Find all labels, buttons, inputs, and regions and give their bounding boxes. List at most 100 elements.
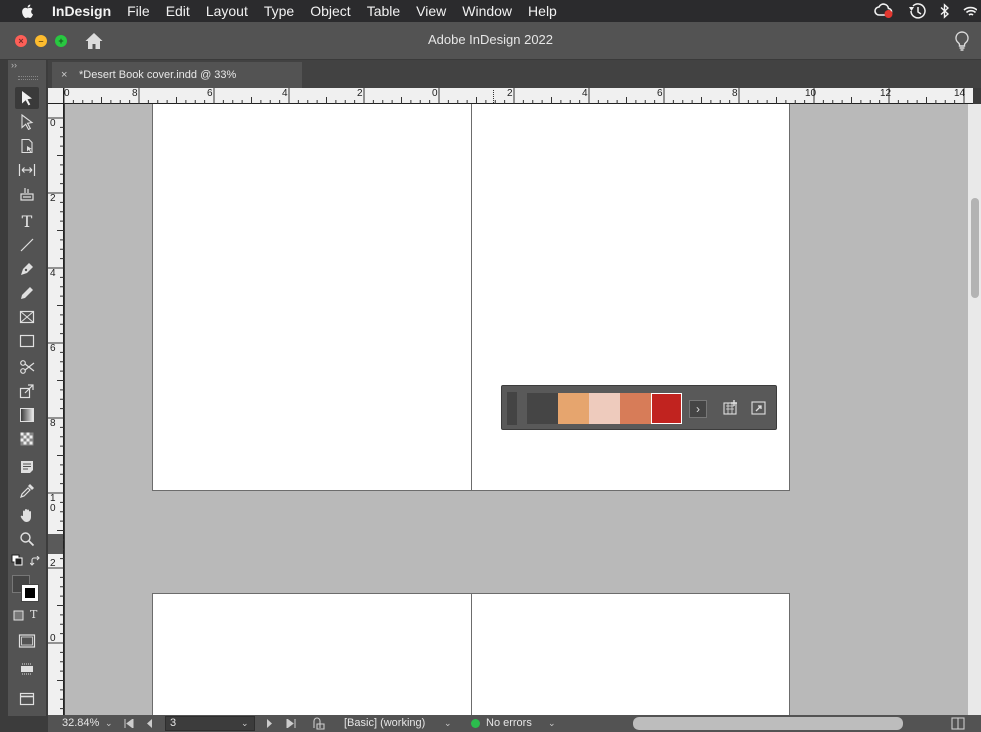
line-tool-icon [20,238,34,252]
swatch-0[interactable] [527,393,558,424]
last-page-icon[interactable] [286,719,296,728]
hruler-label: 14 [954,88,966,99]
vruler-label: 0 [50,503,56,514]
page-tool[interactable] [15,135,39,157]
close-tab-icon[interactable]: × [61,62,67,88]
hruler-label: 4 [282,88,288,99]
menu-window[interactable]: Window [454,0,520,22]
screen-mode-tool[interactable] [15,630,39,652]
pencil-tool[interactable] [15,282,39,304]
ruler-origin-corner[interactable] [48,88,64,104]
time-machine-icon[interactable] [907,2,927,20]
free-transform-icon [19,384,34,399]
swatch-next-button[interactable]: › [689,400,707,418]
collapse-panel-icon[interactable]: ›› [11,60,17,70]
preflight-status-icon [471,719,480,728]
swatch-panel-grip[interactable] [507,392,517,425]
apple-icon[interactable] [20,3,36,19]
page-dropdown-icon[interactable]: ⌄ [241,715,249,732]
preflight-profile[interactable]: [Basic] (working) [344,715,425,732]
menu-app-name[interactable]: InDesign [48,0,119,22]
hruler-label: 4 [582,88,588,99]
menu-table[interactable]: Table [359,0,408,22]
screen-mode-icon [18,634,36,648]
hand-tool[interactable] [15,504,39,526]
window-mode-icon [19,692,35,706]
window-mode-tool[interactable] [15,688,39,710]
document-tab[interactable]: × *Desert Book cover.indd @ 33% [52,62,302,88]
swatch-1[interactable] [558,393,589,424]
vertical-scroll-thumb[interactable] [971,198,979,298]
menu-object[interactable]: Object [302,0,358,22]
gap-tool[interactable] [15,159,39,181]
title-bar: × – + Adobe InDesign 2022 [0,22,981,60]
panel-grip[interactable] [18,76,38,80]
rectangle-frame-tool[interactable] [15,306,39,328]
horizontal-scrollbar[interactable] [633,717,903,730]
zoom-tool[interactable] [15,528,39,550]
gradient-swatch-tool[interactable] [15,404,39,426]
formatting-text-icon[interactable]: T [30,608,37,621]
gradient-feather-tool[interactable] [15,428,39,450]
split-window-icon[interactable] [951,717,965,730]
menu-layout[interactable]: Layout [198,0,256,22]
add-to-swatches-icon[interactable] [722,399,740,417]
scissors-icon [20,360,35,374]
vertical-scrollbar[interactable] [968,104,981,715]
preflight-menu-dropdown-icon[interactable]: ⌄ [548,715,556,732]
menu-type[interactable]: Type [256,0,302,22]
gradient-feather-icon [20,432,34,446]
eyedropper-tool[interactable] [15,480,39,502]
vertical-ruler[interactable]: 0 2 4 6 8 1 0 2 0 [48,104,64,715]
open-page-icon[interactable] [312,717,326,730]
stroke-swatch-inner [25,588,35,598]
pen-tool[interactable] [15,258,39,280]
content-collector-tool[interactable] [15,183,39,205]
default-fill-stroke-icon[interactable] [11,554,23,566]
hruler-label: 2 [507,88,513,99]
preflight-profile-dropdown-icon[interactable]: ⌄ [444,715,452,732]
selection-arrow-icon [22,91,32,106]
menu-file[interactable]: File [119,0,158,22]
wifi-icon[interactable] [963,4,977,18]
swatch-3[interactable] [620,393,651,424]
previous-page-icon[interactable] [146,719,153,728]
stroke-swatch[interactable] [21,584,39,602]
free-transform-tool[interactable] [15,380,39,402]
menu-view[interactable]: View [408,0,454,22]
document-tab-bar: × *Desert Book cover.indd @ 33% [48,60,981,88]
selection-tool[interactable] [15,87,39,109]
document-tab-label: *Desert Book cover.indd @ 33% [79,69,237,81]
presentation-tool[interactable] [15,658,39,680]
horizontal-ruler[interactable]: 0 8 6 4 2 0 2 4 6 8 10 12 14 [48,88,973,104]
swatch-2[interactable] [589,393,620,424]
note-tool[interactable] [15,456,39,478]
zoom-dropdown-icon[interactable]: ⌄ [105,715,113,732]
hruler-label: 6 [207,88,213,99]
preflight-errors[interactable]: No errors [486,715,532,732]
direct-selection-tool[interactable] [15,111,39,133]
type-tool[interactable]: T [15,210,39,232]
formatting-container-icon[interactable] [13,610,24,621]
menu-edit[interactable]: Edit [158,0,198,22]
hruler-label: 10 [805,88,817,99]
status-bar: 32.84% ⌄ 3 ⌄ [Basic] (working) ⌄ No erro… [48,715,981,732]
menu-help[interactable]: Help [520,0,565,22]
spread-bottom-spine [471,594,472,715]
load-theme-icon[interactable] [750,399,768,417]
line-tool[interactable] [15,234,39,256]
first-page-icon[interactable] [124,719,134,728]
creative-cloud-icon[interactable] [873,3,895,19]
hruler-label: 6 [657,88,663,99]
swatch-4[interactable] [651,393,682,424]
rectangle-tool[interactable] [15,330,39,352]
macos-menu-bar: InDesign File Edit Layout Type Object Ta… [0,0,981,22]
next-page-icon[interactable] [266,719,273,728]
lightbulb-icon[interactable] [953,30,971,52]
zoom-level[interactable]: 32.84% [62,715,99,732]
spread-top-spine [471,104,472,490]
bluetooth-icon[interactable] [939,3,951,19]
gap-tool-icon [18,164,36,176]
scissors-tool[interactable] [15,356,39,378]
swap-fill-stroke-icon[interactable] [30,556,42,568]
